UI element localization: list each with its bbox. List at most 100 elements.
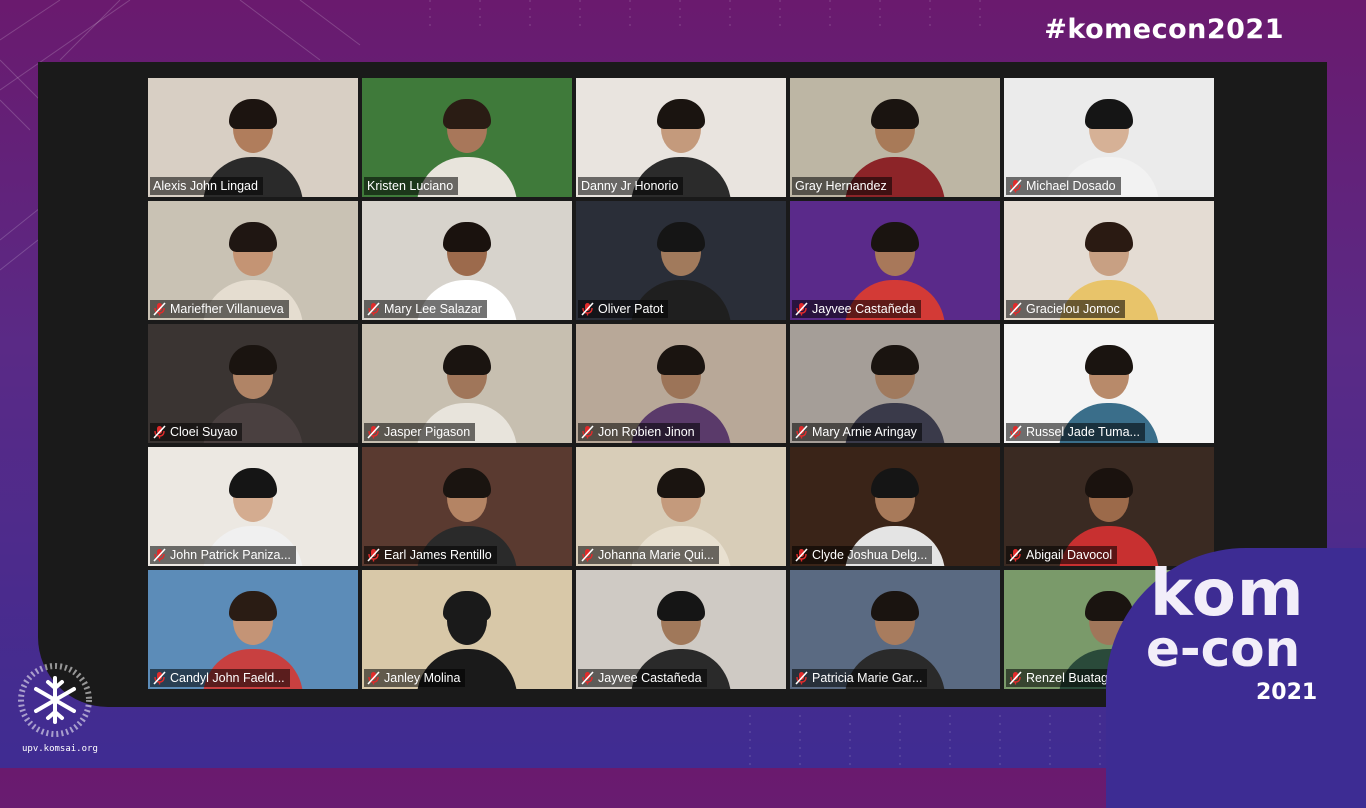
participant-name: Oliver Patot [598,302,664,316]
participant-name: Mariefher Villanueva [170,302,284,316]
participant-name: John Patrick Paniza... [170,548,291,562]
participant-nameplate: Alexis John Lingad [150,177,263,195]
participant-tile[interactable]: Gray Hernandez [790,78,1000,197]
participant-grid: Alexis John Lingad Kristen Luciano Danny J… [148,78,1214,689]
muted-mic-icon [153,548,166,562]
participant-nameplate: Patricia Marie Gar... [792,669,928,687]
participant-tile[interactable]: Jayvee Castañeda [790,201,1000,320]
muted-mic-icon [153,302,166,316]
logo-text-year: 2021 [1256,680,1318,705]
participant-name: Jon Robien Jinon [598,425,695,439]
participant-name: Russel Jade Tuma... [1026,425,1140,439]
participant-tile[interactable]: Kristen Luciano [362,78,572,197]
participant-tile[interactable]: Janley Molina [362,570,572,689]
participant-name: Clyde Joshua Delg... [812,548,928,562]
logo-text-econ: e-con [1146,620,1301,678]
participant-name: Gracielou Jomoc [1026,302,1120,316]
muted-mic-icon [367,548,380,562]
muted-mic-icon [1009,671,1022,685]
participant-tile[interactable]: Jon Robien Jinon [576,324,786,443]
participant-tile[interactable]: Mary Arnie Aringay [790,324,1000,443]
participant-tile[interactable]: Alexis John Lingad [148,78,358,197]
muted-mic-icon [795,425,808,439]
komsai-logo-icon [18,663,92,737]
participant-nameplate: Clyde Joshua Delg... [792,546,933,564]
participant-name: Mary Arnie Aringay [812,425,917,439]
participant-nameplate: Jon Robien Jinon [578,423,700,441]
participant-name: Michael Dosado [1026,179,1116,193]
org-url: upv.komsai.org [22,744,98,754]
participant-nameplate: Earl James Rentillo [364,546,497,564]
participant-tile[interactable]: Mariefher Villanueva [148,201,358,320]
participant-nameplate: Mariefher Villanueva [150,300,289,318]
participant-tile[interactable]: Clyde Joshua Delg... [790,447,1000,566]
muted-mic-icon [581,425,594,439]
muted-mic-icon [1009,179,1022,193]
participant-tile[interactable]: John Patrick Paniza... [148,447,358,566]
participant-nameplate: Gracielou Jomoc [1006,300,1125,318]
participant-tile[interactable]: Candyl John Faeld... [148,570,358,689]
participant-tile[interactable]: Earl James Rentillo [362,447,572,566]
participant-nameplate: Candyl John Faeld... [150,669,290,687]
participant-nameplate: Janley Molina [364,669,466,687]
participant-name: Jasper Pigason [384,425,471,439]
participant-nameplate: Mary Arnie Aringay [792,423,922,441]
participant-tile[interactable]: Gracielou Jomoc [1004,201,1214,320]
participant-name: Patricia Marie Gar... [812,671,923,685]
participant-nameplate: Oliver Patot [578,300,669,318]
participant-name: Candyl John Faeld... [170,671,285,685]
muted-mic-icon [1009,425,1022,439]
participant-tile[interactable]: Johanna Marie Qui... [576,447,786,566]
muted-mic-icon [153,671,166,685]
muted-mic-icon [795,671,808,685]
muted-mic-icon [153,425,166,439]
participant-nameplate: Johanna Marie Qui... [578,546,720,564]
participant-tile[interactable]: Jayvee Castañeda [576,570,786,689]
participant-nameplate: Michael Dosado [1006,177,1121,195]
participant-nameplate: Cloei Suyao [150,423,243,441]
muted-mic-icon [581,548,594,562]
participant-name: Earl James Rentillo [384,548,492,562]
muted-mic-icon [581,671,594,685]
muted-mic-icon [795,548,808,562]
participant-nameplate: Russel Jade Tuma... [1006,423,1145,441]
participant-nameplate: Jayvee Castañeda [578,669,707,687]
participant-name: Cloei Suyao [170,425,238,439]
participant-name: Jayvee Castañeda [812,302,916,316]
participant-tile[interactable]: Jasper Pigason [362,324,572,443]
participant-nameplate: Jasper Pigason [364,423,476,441]
participant-tile[interactable]: Cloei Suyao [148,324,358,443]
participant-nameplate: Jayvee Castañeda [792,300,921,318]
muted-mic-icon [795,302,808,316]
muted-mic-icon [367,302,380,316]
participant-nameplate: Mary Lee Salazar [364,300,487,318]
participant-name: Jayvee Castañeda [598,671,702,685]
muted-mic-icon [1009,302,1022,316]
participant-name: Johanna Marie Qui... [598,548,715,562]
participant-name: Danny Jr Honorio [581,179,679,193]
participant-tile[interactable]: Danny Jr Honorio [576,78,786,197]
logo-text-kom: kom [1150,557,1305,631]
komecon-logo: kom e-con 2021 [1106,538,1366,808]
participant-nameplate: Abigail Davocol [1006,546,1118,564]
participant-name: Mary Lee Salazar [384,302,482,316]
participant-tile[interactable]: Mary Lee Salazar [362,201,572,320]
participant-tile[interactable]: Michael Dosado [1004,78,1214,197]
muted-mic-icon [367,425,380,439]
participant-tile[interactable]: Oliver Patot [576,201,786,320]
participant-nameplate: Gray Hernandez [792,177,892,195]
participant-nameplate: Danny Jr Honorio [578,177,684,195]
participant-nameplate: Kristen Luciano [364,177,459,195]
participant-name: Abigail Davocol [1026,548,1113,562]
participant-name: Janley Molina [384,671,461,685]
muted-mic-icon [367,671,380,685]
muted-mic-icon [1009,548,1022,562]
event-hashtag: #komecon2021 [1044,14,1284,45]
participant-name: Gray Hernandez [795,179,887,193]
participant-nameplate: John Patrick Paniza... [150,546,296,564]
participant-tile[interactable]: Russel Jade Tuma... [1004,324,1214,443]
participant-name: Kristen Luciano [367,179,454,193]
participant-tile[interactable]: Patricia Marie Gar... [790,570,1000,689]
participant-name: Alexis John Lingad [153,179,258,193]
muted-mic-icon [581,302,594,316]
